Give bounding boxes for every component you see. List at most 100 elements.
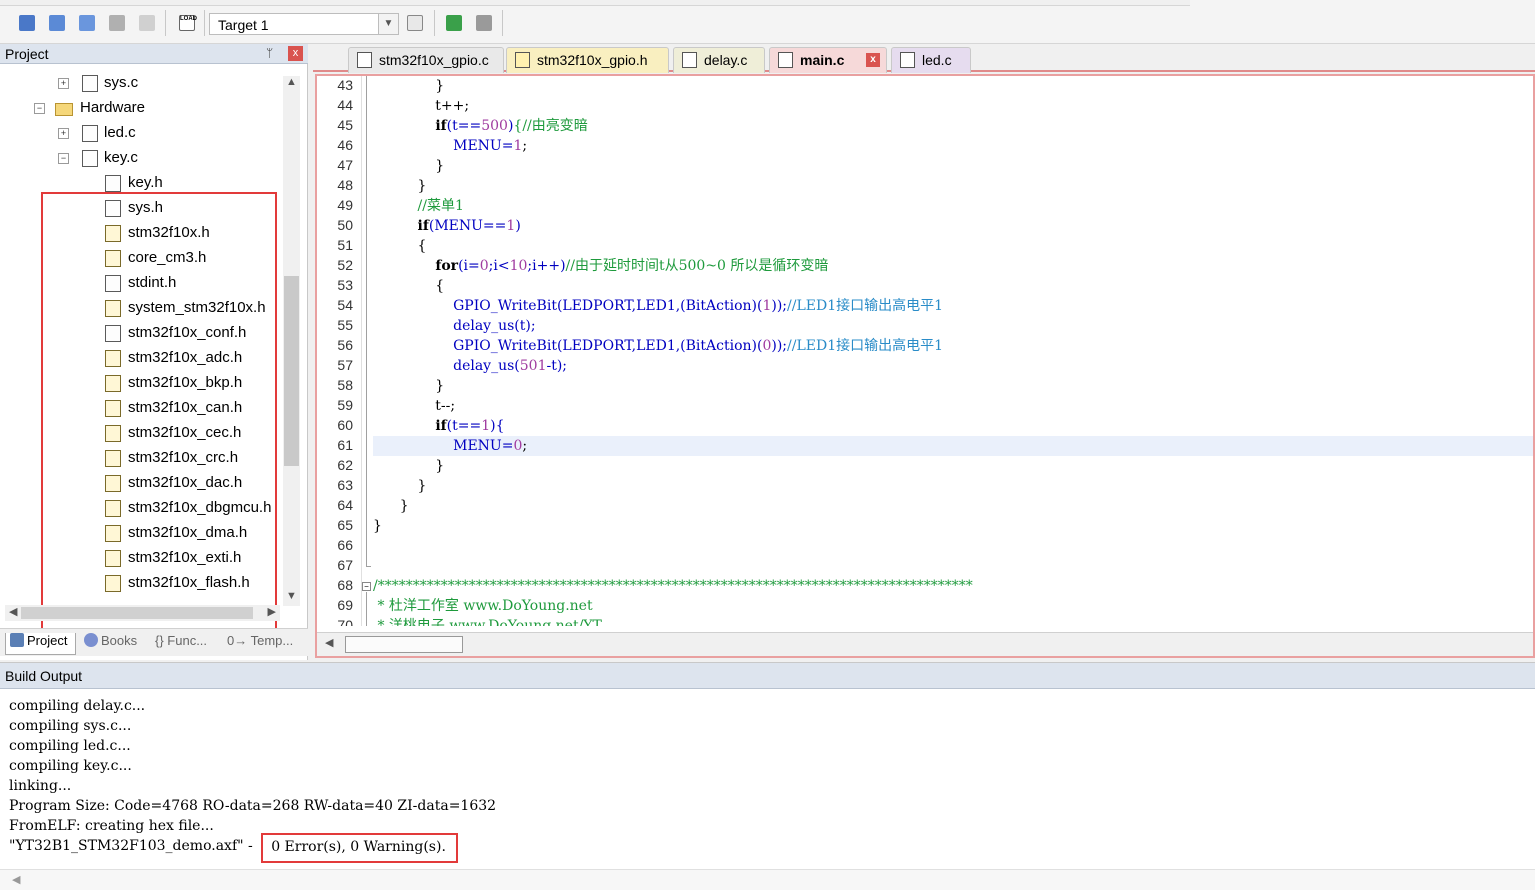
build-output-title: Build Output [5,668,83,684]
code-line[interactable]: * 洋桃电子 www.DoYoung.net/YT [373,616,1533,626]
code-line[interactable]: } [373,76,1533,96]
stop-build-button[interactable] [136,12,158,34]
build-log-final-line: "YT32B1_STM32F103_demo.axf" - 0 Error(s)… [9,833,1509,863]
code-line[interactable]: if(MENU==1) [373,216,1533,236]
code-horizontal-scrollbar[interactable]: ◀ [317,632,1533,656]
tree-item-stdint-h[interactable]: stdint.h [5,272,277,296]
code-line[interactable]: } [373,176,1533,196]
fold-collapse-icon[interactable]: − [362,582,371,591]
code-line[interactable]: GPIO_WriteBit(LEDPORT,LED1,(BitAction)(0… [373,336,1533,356]
code-text-area[interactable]: } t++; if(t==500){//由亮变暗 MENU=1; } } //菜… [373,76,1533,626]
build-button[interactable] [46,12,68,34]
tree-vertical-scrollbar[interactable]: ▲ ▼ [283,76,300,606]
scroll-down-icon[interactable]: ▼ [283,590,300,606]
tab-delay-c[interactable]: delay.c [673,47,765,73]
code-line[interactable]: } [373,516,1533,536]
tab-stm32f10x-gpio-c[interactable]: stm32f10x_gpio.c [348,47,504,73]
code-line[interactable]: } [373,456,1533,476]
line-number: 68 [337,577,353,593]
code-line[interactable]: if(t==500){//由亮变暗 [373,116,1533,136]
manage-components-button[interactable] [443,12,465,34]
expand-icon[interactable]: + [58,128,69,139]
tree-item-stm32f10x-crc-h[interactable]: stm32f10x_crc.h [5,447,277,471]
tab-stm32f10x-gpio-h[interactable]: stm32f10x_gpio.h [506,47,669,73]
tree-item-stm32f10x-cec-h[interactable]: stm32f10x_cec.h [5,422,277,446]
tab-functions[interactable]: {} Func... [155,633,225,655]
scroll-left-icon[interactable]: ◀ [9,605,17,618]
rebuild-button[interactable] [76,12,98,34]
tree-item-key-c[interactable]: − key.c [5,147,277,171]
tree-horizontal-scrollbar[interactable]: ◀ ▶ [5,605,280,621]
tree-item-system-stm32f10x-h[interactable]: system_stm32f10x.h [5,297,277,321]
tree-item-led-c[interactable]: + led.c [5,122,277,146]
code-editor[interactable]: 43 44 45 46 47 48 49 50 51 52 53 54 55 5… [315,74,1535,658]
scroll-thumb[interactable] [21,607,253,619]
tree-item-stm32f10x-h[interactable]: stm32f10x.h [5,222,277,246]
code-line-current[interactable]: MENU=0; [373,436,1533,456]
toolbar-separator [502,10,503,36]
code-line[interactable]: { [373,276,1533,296]
chevron-down-icon[interactable]: ▼ [378,14,398,34]
code-line[interactable]: } [373,496,1533,516]
code-line[interactable]: //菜单1 [373,196,1533,216]
tree-item-key-h[interactable]: key.h [5,172,277,196]
code-line[interactable]: /***************************************… [373,576,1533,596]
tab-books[interactable]: Books [80,633,150,655]
tree-group-hardware[interactable]: − Hardware [5,97,277,121]
code-line[interactable]: { [373,236,1533,256]
tab-templates[interactable]: 0→ Temp... [227,633,305,655]
download-button[interactable]: LOAD [176,12,198,34]
tab-main-c[interactable]: main.c x [769,47,887,73]
tree-item-stm32f10x-dbgmcu-h[interactable]: stm32f10x_dbgmcu.h [5,497,277,521]
tree-item-stm32f10x-adc-h[interactable]: stm32f10x_adc.h [5,347,277,371]
tree-item-stm32f10x-can-h[interactable]: stm32f10x_can.h [5,397,277,421]
h-file-icon [515,52,530,68]
batch-build-button[interactable] [106,12,128,34]
tab-project[interactable]: Project [5,633,76,655]
build-output-scrollbar[interactable]: ◀ [0,869,1535,890]
target-select[interactable]: Target 1 ▼ [209,13,399,35]
code-line[interactable]: for(i=0;i<10;i++)//由于延时时间t从500~0 所以是循环变暗 [373,256,1533,276]
tree-item-stm32f10x-dma-h[interactable]: stm32f10x_dma.h [5,522,277,546]
tree-item-sys-c[interactable]: + sys.c [5,72,277,96]
code-line[interactable]: } [373,376,1533,396]
pin-icon[interactable]: ᛘ [266,46,273,60]
code-line[interactable]: if(t==1){ [373,416,1533,436]
collapse-icon[interactable]: − [34,103,45,114]
select-packs-button[interactable] [473,12,495,34]
expand-icon[interactable]: + [58,78,69,89]
scroll-right-icon[interactable]: ▶ [268,605,276,618]
build-output-log[interactable]: compiling delay.c... compiling sys.c... … [9,696,1509,863]
close-tab-button[interactable]: x [866,53,880,67]
h-file-icon [105,175,121,192]
translate-button[interactable] [16,12,38,34]
code-line[interactable]: t++; [373,96,1533,116]
code-token: (t== [446,118,482,134]
tree-item-stm32f10x-bkp-h[interactable]: stm32f10x_bkp.h [5,372,277,396]
scroll-thumb[interactable] [284,276,299,466]
tree-item-stm32f10x-dac-h[interactable]: stm32f10x_dac.h [5,472,277,496]
code-line[interactable]: * 杜洋工作室 www.DoYoung.net [373,596,1533,616]
scroll-up-icon[interactable]: ▲ [283,76,300,92]
code-line[interactable]: delay_us(t); [373,316,1533,336]
collapse-icon[interactable]: − [58,153,69,164]
close-panel-button[interactable]: x [288,46,303,61]
tree-item-stm32f10x-flash-h[interactable]: stm32f10x_flash.h [5,572,277,596]
code-line[interactable]: } [373,476,1533,496]
code-line[interactable]: t--; [373,396,1533,416]
scroll-left-icon[interactable]: ◀ [325,636,333,649]
scroll-left-icon[interactable]: ◀ [12,873,20,886]
tree-item-sys-h[interactable]: sys.h [5,197,277,221]
code-line[interactable]: } [373,156,1533,176]
code-line[interactable] [373,536,1533,556]
tab-led-c[interactable]: led.c [891,47,971,73]
tree-item-stm32f10x-conf-h[interactable]: stm32f10x_conf.h [5,322,277,346]
target-options-button[interactable] [404,12,426,34]
code-line[interactable] [373,556,1533,576]
code-line[interactable]: delay_us(501-t); [373,356,1533,376]
tree-item-stm32f10x-exti-h[interactable]: stm32f10x_exti.h [5,547,277,571]
code-line[interactable]: MENU=1; [373,136,1533,156]
code-line[interactable]: GPIO_WriteBit(LEDPORT,LED1,(BitAction)(1… [373,296,1533,316]
scroll-thumb[interactable] [345,636,463,653]
tree-item-core-cm3-h[interactable]: core_cm3.h [5,247,277,271]
